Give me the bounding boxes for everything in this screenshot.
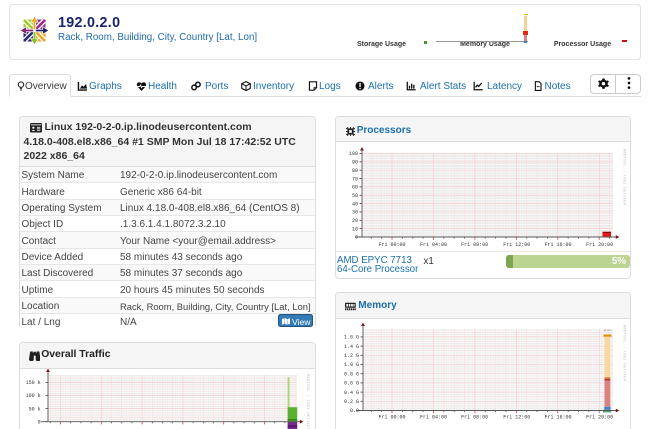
svg-text:10: 10 [352,226,358,232]
svg-text:0.6 G: 0.6 G [344,381,359,387]
svg-text:1.4 G: 1.4 G [344,344,359,350]
svg-text:50 k: 50 k [29,406,41,412]
svg-text:0: 0 [355,235,358,241]
svg-text:1.2 G: 1.2 G [344,353,359,359]
svg-text:20: 20 [352,218,358,224]
svg-text:Fri 20:00: Fri 20:00 [586,415,613,421]
svg-text:70: 70 [352,176,358,182]
svg-text:RRDTOOL / TOBI OETIKER: RRDTOOL / TOBI OETIKER [622,325,627,382]
svg-text:Fri 04:00: Fri 04:00 [420,242,447,248]
svg-text:Fri 12:00: Fri 12:00 [503,242,530,248]
svg-text:100: 100 [349,151,358,157]
svg-text:Fri 00:00: Fri 00:00 [378,242,405,248]
svg-text:1.0 G: 1.0 G [344,362,359,368]
svg-text:40: 40 [352,201,358,207]
svg-text:0: 0 [38,419,41,425]
svg-text:Fri 12:00: Fri 12:00 [503,415,530,421]
svg-text:RRDTOOL / TOBI OETIKER: RRDTOOL / TOBI OETIKER [305,374,310,429]
svg-text:Fri 16:00: Fri 16:00 [544,415,571,421]
svg-text:0.8 G: 0.8 G [344,371,359,377]
svg-text:150 k: 150 k [26,380,41,386]
svg-text:1.6 G: 1.6 G [344,335,359,341]
svg-text:Fri 00:00: Fri 00:00 [378,415,405,421]
svg-text:60: 60 [352,185,358,191]
svg-text:0.2 G: 0.2 G [344,399,359,405]
svg-text:0.0: 0.0 [350,408,359,414]
svg-text:80: 80 [352,168,358,174]
svg-text:90: 90 [352,160,358,166]
svg-text:RRDTOOL / TOBI OETIKER: RRDTOOL / TOBI OETIKER [622,149,627,206]
svg-text:Fri 08:00: Fri 08:00 [461,415,488,421]
svg-text:30: 30 [352,210,358,216]
svg-text:Fri 04:00: Fri 04:00 [420,415,447,421]
svg-text:Fri 16:00: Fri 16:00 [544,242,571,248]
svg-text:50: 50 [352,193,358,199]
svg-text:100 k: 100 k [26,393,41,399]
svg-text:0.4 G: 0.4 G [344,390,359,396]
svg-text:Fri 20:00: Fri 20:00 [586,242,613,248]
svg-text:Fri 08:00: Fri 08:00 [461,242,488,248]
